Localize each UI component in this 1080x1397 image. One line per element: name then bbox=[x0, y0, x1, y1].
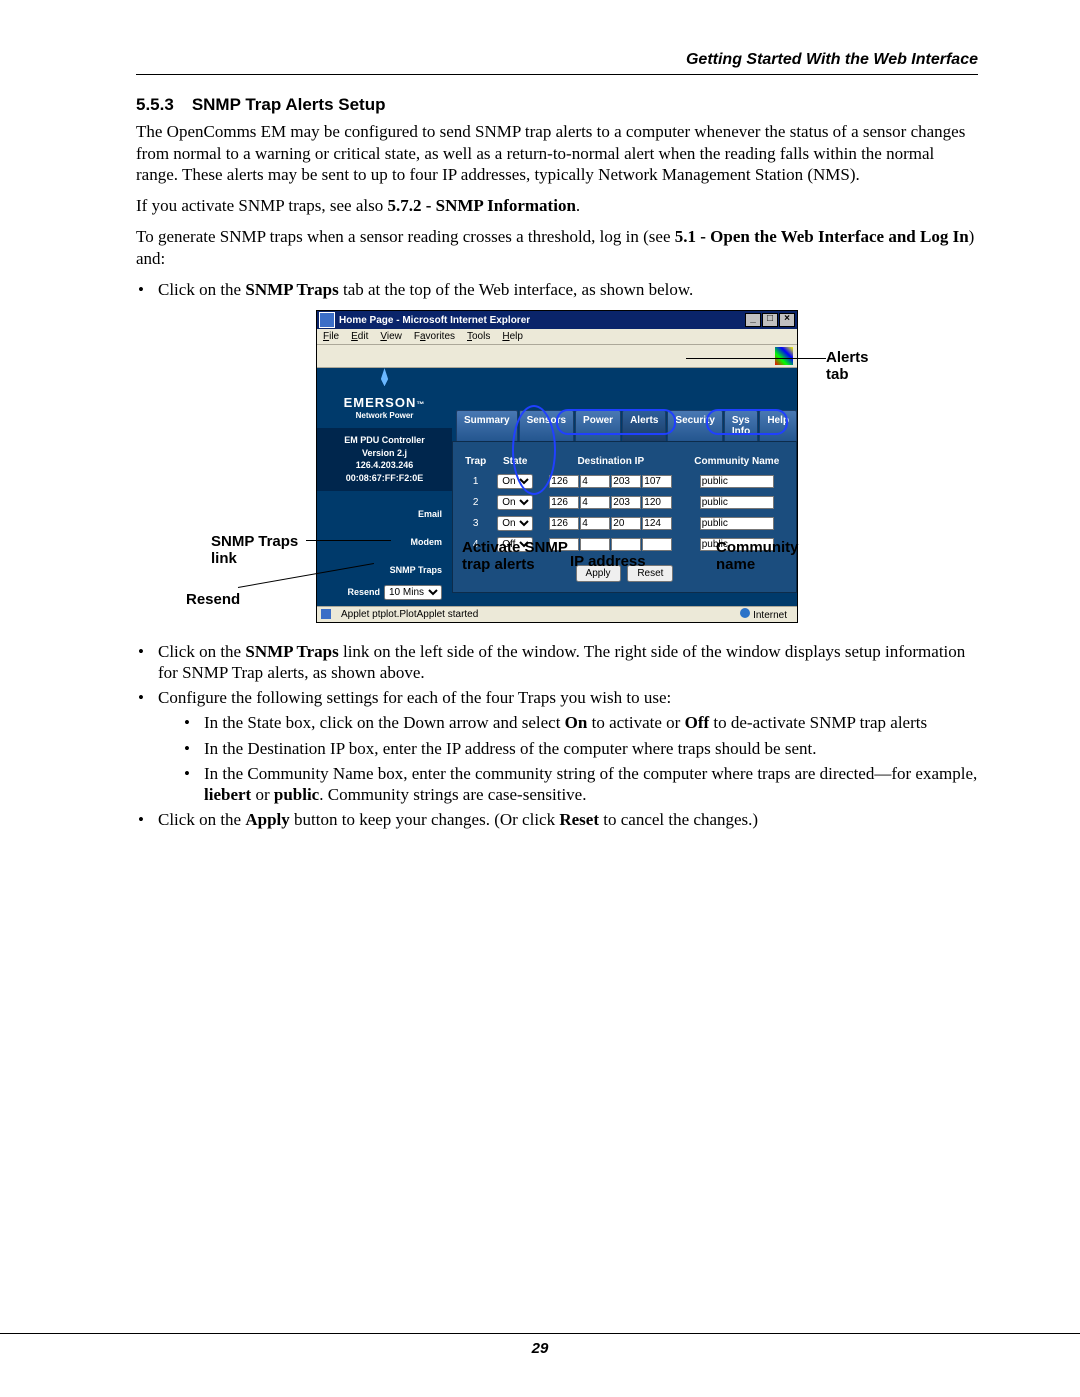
ip-octet[interactable] bbox=[611, 538, 641, 551]
internet-icon bbox=[740, 608, 750, 618]
ie-icon bbox=[319, 312, 335, 328]
sidebar-link-email[interactable]: Email bbox=[317, 505, 452, 523]
controller-info: EM PDU Controller Version 2.j 126.4.203.… bbox=[317, 428, 452, 490]
community-input[interactable] bbox=[700, 517, 774, 530]
tab-summary[interactable]: Summary bbox=[456, 410, 518, 441]
callout-snmp-traps-link: SNMP Trapslink bbox=[211, 534, 298, 567]
callout-resend: Resend bbox=[186, 592, 240, 609]
close-button[interactable]: × bbox=[779, 313, 795, 327]
menu-file[interactable]: File bbox=[323, 331, 339, 342]
applet-icon bbox=[321, 609, 331, 619]
list-item: Click on the SNMP Traps tab at the top o… bbox=[136, 279, 978, 300]
sub-list-item: In the Community Name box, enter the com… bbox=[182, 763, 978, 806]
status-text: Applet ptplot.PlotApplet started bbox=[335, 609, 484, 620]
status-bar: Applet ptplot.PlotApplet started Interne… bbox=[317, 606, 797, 622]
body-paragraph: If you activate SNMP traps, see also 5.7… bbox=[136, 195, 978, 216]
body-paragraph: To generate SNMP traps when a sensor rea… bbox=[136, 226, 978, 269]
callout-ip: IP address bbox=[570, 554, 646, 571]
col-community: Community Name bbox=[683, 454, 790, 469]
ip-octet[interactable] bbox=[580, 496, 610, 509]
col-dest-ip: Destination IP bbox=[538, 454, 683, 469]
list-item: Configure the following settings for eac… bbox=[136, 687, 978, 805]
ip-octet[interactable] bbox=[580, 538, 610, 551]
ip-octet[interactable] bbox=[580, 475, 610, 488]
menu-edit[interactable]: Edit bbox=[351, 331, 368, 342]
section-number: 5.5.3 bbox=[136, 95, 174, 115]
resend-label: Resend bbox=[347, 587, 380, 597]
brand-subtitle: Network Power bbox=[317, 411, 452, 420]
window-title: Home Page - Microsoft Internet Explorer bbox=[339, 315, 530, 326]
sub-list-item: In the Destination IP box, enter the IP … bbox=[182, 738, 978, 759]
table-row: 3 On bbox=[459, 515, 790, 532]
ip-octet[interactable] bbox=[611, 475, 641, 488]
callout-alerts-tab: Alerts tab bbox=[826, 350, 869, 383]
table-row: 1 On bbox=[459, 473, 790, 490]
windows-logo-icon bbox=[775, 347, 793, 365]
list-item: Click on the SNMP Traps link on the left… bbox=[136, 641, 978, 684]
ip-octet[interactable] bbox=[549, 475, 579, 488]
maximize-button[interactable]: □ bbox=[762, 313, 778, 327]
ip-octet[interactable] bbox=[611, 517, 641, 530]
ip-octet[interactable] bbox=[580, 517, 610, 530]
menu-favorites[interactable]: Favorites bbox=[414, 331, 455, 342]
ip-octet[interactable] bbox=[549, 517, 579, 530]
sidebar-link-modem[interactable]: Modem bbox=[317, 533, 452, 551]
menu-tools[interactable]: Tools bbox=[467, 331, 490, 342]
resend-select[interactable]: 10 Mins bbox=[384, 585, 442, 600]
community-input[interactable] bbox=[700, 475, 774, 488]
state-select[interactable]: On bbox=[497, 516, 533, 531]
ip-octet[interactable] bbox=[611, 496, 641, 509]
running-header: Getting Started With the Web Interface bbox=[136, 52, 978, 75]
ip-octet[interactable] bbox=[642, 475, 672, 488]
ip-octet[interactable] bbox=[642, 538, 672, 551]
list-item: Click on the Apply button to keep your c… bbox=[136, 809, 978, 830]
col-trap: Trap bbox=[459, 454, 492, 469]
ip-octet[interactable] bbox=[642, 496, 672, 509]
sub-list-item: In the State box, click on the Down arro… bbox=[182, 712, 978, 733]
minimize-button[interactable]: _ bbox=[745, 313, 761, 327]
zone-text: Internet bbox=[753, 610, 787, 621]
ip-octet[interactable] bbox=[549, 496, 579, 509]
callout-community: Communityname bbox=[716, 540, 799, 573]
page-number: 29 bbox=[0, 1333, 1080, 1357]
menu-bar: File Edit View Favorites Tools Help bbox=[317, 329, 797, 345]
menu-help[interactable]: Help bbox=[502, 331, 523, 342]
browser-window: Home Page - Microsoft Internet Explorer … bbox=[316, 310, 798, 622]
window-titlebar: Home Page - Microsoft Internet Explorer … bbox=[317, 311, 797, 329]
community-input[interactable] bbox=[700, 496, 774, 509]
brand-icon bbox=[376, 368, 394, 386]
state-select[interactable]: On bbox=[497, 495, 533, 510]
section-title: SNMP Trap Alerts Setup bbox=[192, 95, 386, 115]
ip-octet[interactable] bbox=[642, 517, 672, 530]
menu-view[interactable]: View bbox=[380, 331, 402, 342]
callout-activate: Activate SNMPtrap alerts bbox=[462, 540, 568, 573]
body-paragraph: The OpenComms EM may be configured to se… bbox=[136, 121, 978, 185]
table-row: 2 On bbox=[459, 494, 790, 511]
